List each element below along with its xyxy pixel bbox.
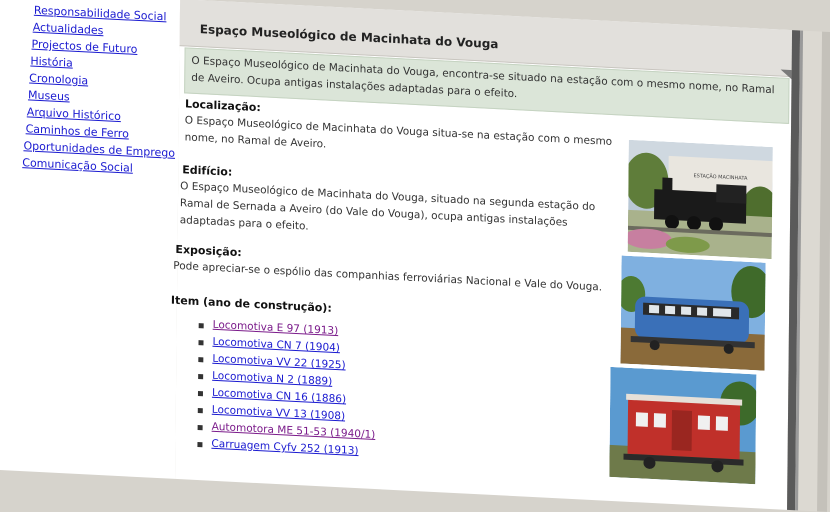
nav-link-responsabilidade-social[interactable]: Responsabilidade Social — [34, 4, 167, 24]
scrollbar[interactable] — [817, 31, 830, 512]
nav-link-caminhos-de-ferro[interactable]: Caminhos de Ferro — [26, 122, 129, 140]
localizacao-heading: Localização: — [184, 97, 261, 115]
localizacao-text: O Espaço Museológico de Macinhata do Vou… — [184, 114, 613, 151]
edificio-heading: Edifício: — [182, 163, 233, 179]
left-navigation: Responsabilidade Social Actualidades Pro… — [0, 0, 181, 479]
nav-link-actualidades[interactable]: Actualidades — [33, 21, 104, 38]
edificio-text: O Espaço Museológico de Macinhata do Vou… — [179, 180, 596, 233]
blue-railcar-photo[interactable] — [620, 255, 766, 371]
black-steam-locomotive-photo[interactable]: ESTAÇÃO MACINHATA — [627, 139, 773, 260]
page-title: Espaço Museológico de Macinhata do Vouga — [199, 22, 499, 52]
items-list: Locomotiva E 97 (1913) Locomotiva CN 7 (… — [197, 318, 376, 463]
nav-link-arquivo-historico[interactable]: Arquivo Histórico — [27, 105, 121, 123]
main-content: Espaço Museológico de Macinhata do Vouga… — [171, 0, 793, 510]
exposicao-text: Pode apreciar-se o espólio das companhia… — [173, 259, 603, 294]
nav-link-comunicacao-social[interactable]: Comunicação Social — [22, 156, 133, 175]
nav-link-cronologia[interactable]: Cronologia — [29, 71, 88, 87]
item-link-locomotiva-e97[interactable]: Locomotiva E 97 (1913) — [213, 319, 339, 337]
red-carriage-photo[interactable] — [609, 366, 757, 485]
exposicao-heading: Exposição: — [175, 242, 242, 260]
item-heading: Item (ano de construção): — [170, 293, 332, 315]
nav-link-historia[interactable]: História — [30, 55, 73, 70]
nav-link-projectos-de-futuro[interactable]: Projectos de Futuro — [31, 38, 137, 56]
right-page-edge — [787, 30, 830, 512]
nav-link-museus[interactable]: Museus — [28, 88, 70, 103]
